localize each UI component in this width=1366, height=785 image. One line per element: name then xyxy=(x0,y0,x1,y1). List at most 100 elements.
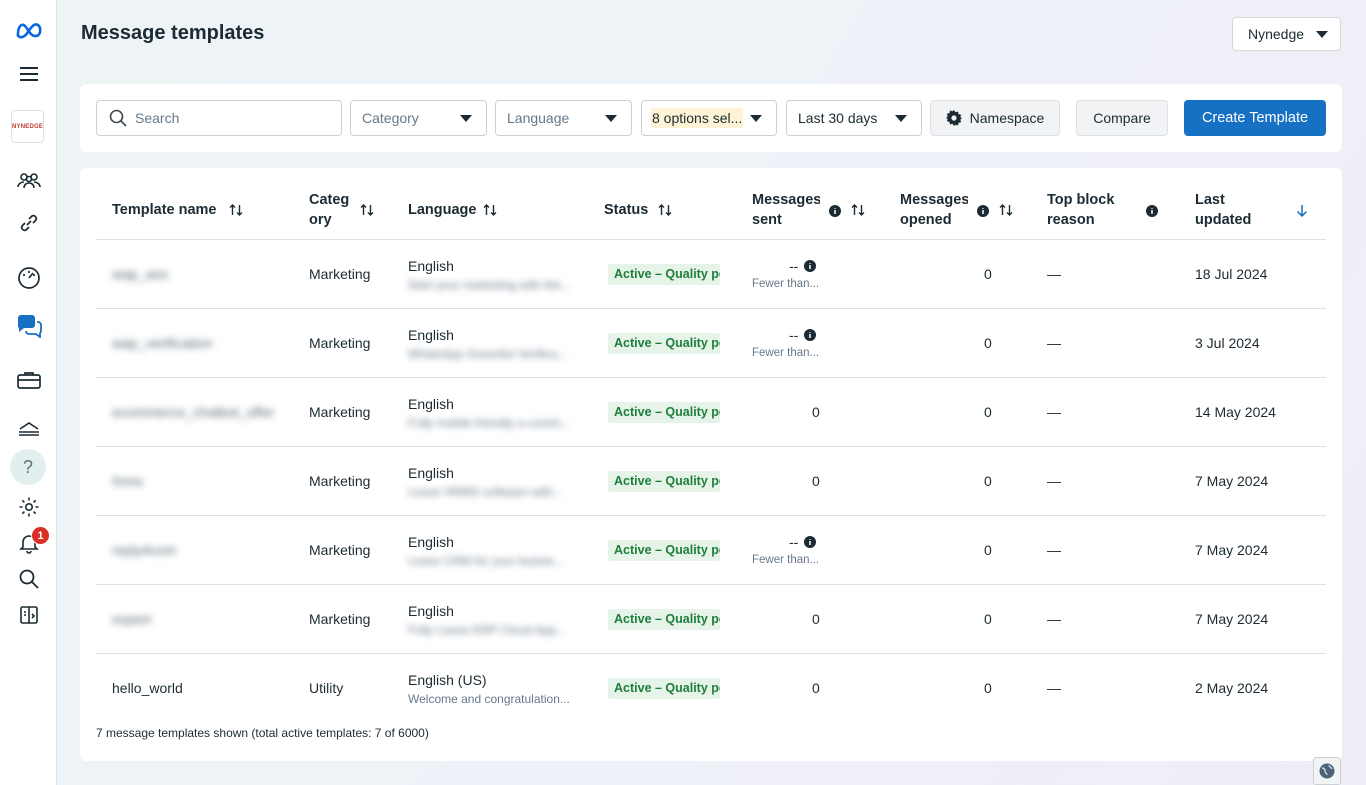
header-last-updated[interactable]: Last updated xyxy=(1195,190,1251,230)
compare-label: Compare xyxy=(1093,110,1151,126)
table-row[interactable]: ecommerce_chatbot_offer Marketing English F… xyxy=(96,378,1326,447)
template-category: Marketing xyxy=(309,335,371,351)
category-dropdown[interactable]: Category xyxy=(350,100,487,136)
template-body-preview: Fully mobile friendly e-comm... xyxy=(408,416,571,430)
create-template-label: Create Template xyxy=(1201,110,1309,126)
template-language: English xyxy=(408,396,454,412)
sort-icon[interactable] xyxy=(851,204,865,216)
table-row[interactable]: reply4com Marketing English Leave CRM for y… xyxy=(96,516,1326,585)
create-template-button[interactable]: Create Template xyxy=(1184,100,1326,136)
people-icon[interactable] xyxy=(0,162,57,198)
template-name[interactable]: wap_verification xyxy=(112,335,212,351)
template-language: English xyxy=(408,465,454,481)
chat-icon[interactable] xyxy=(0,308,57,344)
date-range-dropdown[interactable]: Last 30 days xyxy=(786,100,922,136)
table-row[interactable]: wap_seo Marketing English Start your market… xyxy=(96,240,1326,309)
caret-down-icon xyxy=(895,115,907,122)
messages-opened-value: 0 xyxy=(984,335,992,351)
messages-opened-value: 0 xyxy=(984,404,992,420)
template-language: English (US) xyxy=(408,672,487,688)
status-filter-label: 8 options sel... xyxy=(651,108,744,128)
inbox-icon[interactable] xyxy=(0,410,57,446)
sort-icon[interactable] xyxy=(360,204,374,216)
info-icon[interactable] xyxy=(804,329,816,341)
language-dropdown[interactable]: Language xyxy=(495,100,632,136)
template-name[interactable]: hrms xyxy=(112,473,143,489)
header-messages-sent[interactable]: Messages sent xyxy=(752,190,820,230)
messages-opened-value: 0 xyxy=(984,266,992,282)
template-category: Marketing xyxy=(309,611,371,627)
template-name[interactable]: reply4com xyxy=(112,542,177,558)
globe-icon xyxy=(1319,763,1335,779)
messages-opened-value: 0 xyxy=(984,542,992,558)
help-icon[interactable]: ? xyxy=(10,449,46,485)
notification-badge: 1 xyxy=(31,526,50,545)
namespace-button[interactable]: Namespace xyxy=(930,100,1060,136)
language-globe-button[interactable] xyxy=(1313,757,1341,785)
template-category: Marketing xyxy=(309,473,371,489)
status-badge: Active – Quality pending xyxy=(608,678,720,699)
messages-opened-value: 0 xyxy=(984,680,992,696)
table-row[interactable]: hrms Marketing English Leave HRMS software … xyxy=(96,447,1326,516)
caret-down-icon xyxy=(1316,31,1328,38)
template-body-preview: Leave HRMS software with... xyxy=(408,485,563,499)
template-name[interactable]: hello_world xyxy=(112,680,183,696)
panel-icon[interactable] xyxy=(0,597,57,633)
template-name[interactable]: ecommerce_chatbot_offer xyxy=(112,404,274,420)
link-icon[interactable] xyxy=(0,205,57,241)
template-language: English xyxy=(408,258,454,274)
template-language: English xyxy=(408,534,454,550)
sort-icon[interactable] xyxy=(483,204,497,216)
messages-sent-note: Fewer than... xyxy=(752,347,820,359)
top-block-reason-value: — xyxy=(1047,611,1061,627)
namespace-label: Namespace xyxy=(969,110,1045,126)
info-icon[interactable] xyxy=(829,205,841,217)
table-row[interactable]: hello_world Utility English (US) Welcome an… xyxy=(96,654,1326,723)
sort-icon[interactable] xyxy=(999,204,1013,216)
settings-icon[interactable] xyxy=(0,489,57,525)
templates-table: Template name Categ ory Language Status M… xyxy=(80,168,1342,761)
header-messages-opened[interactable]: Messages opened xyxy=(900,190,968,230)
template-name[interactable]: wap_seo xyxy=(112,266,168,282)
last-updated-value: 7 May 2024 xyxy=(1195,473,1269,489)
messages-opened-value: 0 xyxy=(984,611,992,627)
menu-icon[interactable] xyxy=(0,56,57,92)
info-icon[interactable] xyxy=(1146,205,1158,217)
info-icon[interactable] xyxy=(977,205,989,217)
header-category[interactable]: Categ ory xyxy=(309,190,349,230)
header-language[interactable]: Language xyxy=(408,200,476,220)
table-row[interactable]: wap_verification Marketing English WhatsApp… xyxy=(96,309,1326,378)
brand-logo[interactable]: NYNEDGE xyxy=(11,110,44,143)
sort-icon[interactable] xyxy=(229,204,243,216)
sort-icon[interactable] xyxy=(658,204,672,216)
template-name[interactable]: expert xyxy=(112,611,151,627)
template-body-preview: Fully Leave ERP Cloud App... xyxy=(408,623,566,637)
gear-icon xyxy=(945,110,962,126)
table-footer-note: 7 message templates shown (total active … xyxy=(96,726,429,740)
last-updated-value: 3 Jul 2024 xyxy=(1195,335,1260,351)
template-body-preview: Leave CRM for your busine... xyxy=(408,554,565,568)
table-row[interactable]: expert Marketing English Fully Leave ERP Cl… xyxy=(96,585,1326,654)
account-selector[interactable]: Nynedge xyxy=(1232,17,1341,51)
messages-sent-value: 0 xyxy=(812,680,820,696)
account-name: Nynedge xyxy=(1248,26,1305,42)
search-input[interactable] xyxy=(135,110,325,126)
search-icon[interactable] xyxy=(0,561,57,597)
messages-sent-value: -- xyxy=(789,534,799,550)
caret-down-icon xyxy=(605,115,617,122)
last-updated-value: 14 May 2024 xyxy=(1195,404,1276,420)
dashboard-icon[interactable] xyxy=(0,260,57,296)
meta-logo-icon[interactable] xyxy=(0,12,57,48)
arrow-down-icon[interactable] xyxy=(1296,204,1308,217)
briefcase-icon[interactable] xyxy=(0,362,57,398)
info-icon[interactable] xyxy=(804,260,816,272)
status-badge: Active – Quality pending xyxy=(608,540,720,561)
search-box[interactable] xyxy=(96,100,342,136)
info-icon[interactable] xyxy=(804,536,816,548)
compare-button[interactable]: Compare xyxy=(1076,100,1168,136)
header-template-name[interactable]: Template name xyxy=(112,200,217,220)
header-status[interactable]: Status xyxy=(604,200,648,220)
status-filter-dropdown[interactable]: 8 options sel... xyxy=(641,100,777,136)
status-badge: Active – Quality pending xyxy=(608,264,720,285)
top-block-reason-value: — xyxy=(1047,542,1061,558)
